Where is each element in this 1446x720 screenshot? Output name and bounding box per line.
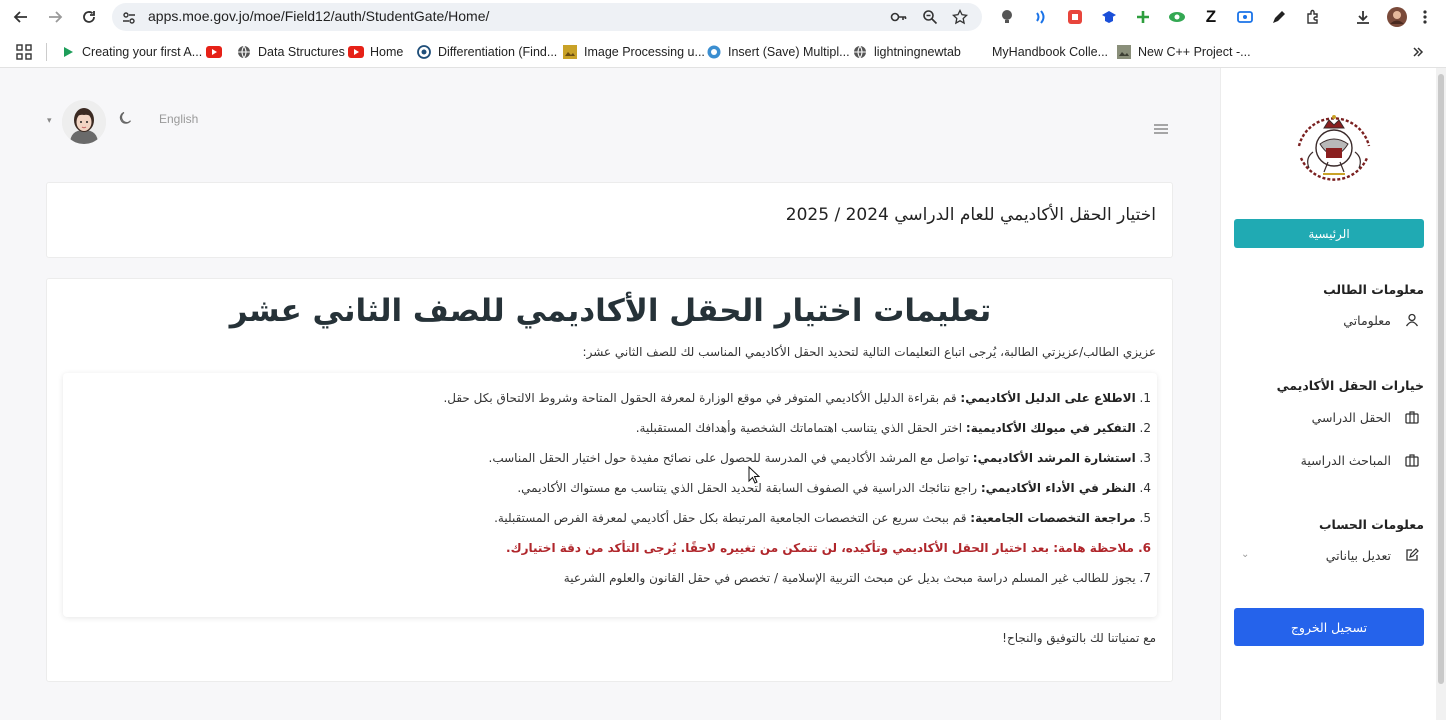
scrollbar-thumb[interactable] (1438, 74, 1444, 684)
bookmark-label: Differentiation (Find... (438, 45, 558, 59)
bookmark-label: Image Processing u... (584, 45, 705, 59)
more-menu-icon[interactable] (1414, 6, 1436, 28)
bookmark-item[interactable]: Data Structures (236, 43, 345, 61)
dark-mode-moon-icon[interactable] (118, 110, 132, 129)
reload-icon[interactable] (78, 6, 100, 28)
sidebar: الرئيسية معلومات الطالب معلوماتي خيارات … (1220, 68, 1446, 720)
extension-plus-icon[interactable] (1132, 6, 1154, 28)
extension-wave-icon[interactable] (1030, 6, 1052, 28)
bookmark-item[interactable]: Differentiation (Find... (416, 43, 557, 61)
bookmark-item[interactable]: lightningnewtab (852, 43, 961, 61)
site-settings-icon[interactable] (122, 10, 136, 29)
bookmark-item[interactable]: Creating your first A... (60, 43, 202, 61)
instructions-list: 1. الاطلاع على الدليل الأكاديمي: قم بقرا… (63, 373, 1157, 617)
mouse-cursor-icon (748, 465, 761, 488)
list-item: 5. مراجعة التخصصات الجامعية: قم ببحث سري… (494, 511, 1151, 525)
bookmark-item[interactable]: Home (348, 43, 403, 61)
youtube-icon (206, 44, 222, 60)
sidebar-item-subjects[interactable]: المباحث الدراسية (1221, 451, 1446, 471)
bookmark-label: lightningnewtab (874, 45, 961, 59)
key-icon[interactable] (890, 9, 908, 29)
bookmark-item[interactable] (206, 43, 222, 61)
chevron-down-icon[interactable]: ▾ (47, 116, 52, 126)
academic-options-heading: خيارات الحقل الأكاديمي (1276, 378, 1424, 393)
sidebar-item-edit-data[interactable]: ⌄ تعديل بياناتي (1221, 546, 1446, 566)
url-text[interactable]: apps.moe.gov.jo/moe/Field12/auth/Student… (148, 8, 489, 24)
sidebar-item-label: معلوماتي (1343, 313, 1391, 328)
star-icon[interactable] (951, 8, 969, 29)
bookmark-label: Creating your first A... (82, 45, 203, 59)
bookmark-label: New C++ Project -... (1138, 45, 1251, 59)
extension-eye-icon[interactable] (1166, 6, 1188, 28)
instructions-card: تعليمات اختيار الحقل الأكاديمي للصف الثا… (46, 278, 1173, 682)
bookmark-item[interactable]: MyHandbook Colle... (992, 43, 1108, 61)
extension-cap-icon[interactable] (1098, 6, 1120, 28)
download-icon[interactable] (1352, 6, 1374, 28)
circle-logo-icon (416, 44, 432, 60)
menu-hamburger-icon[interactable] (1154, 120, 1168, 139)
closing-text: مع تمنياتنا لك بالتوفيق والنجاح! (1002, 631, 1156, 645)
warning-item: 6. ملاحظة هامة: بعد اختيار الحقل الأكادي… (506, 541, 1151, 555)
more-bookmarks-icon[interactable] (1412, 43, 1424, 61)
scrollbar[interactable] (1436, 68, 1446, 720)
sidebar-item-label: المباحث الدراسية (1300, 453, 1391, 468)
instructions-heading: تعليمات اختيار الحقل الأكاديمي للصف الثا… (229, 293, 992, 329)
zoom-icon[interactable] (922, 9, 938, 29)
page-content: ▾ English اختيار الحقل الأكاديمي للعام ا… (0, 68, 1446, 720)
intro-text: عزيزي الطالب/عزيزتي الطالبة، يُرجى اتباع… (582, 345, 1156, 359)
back-arrow-icon[interactable] (10, 6, 32, 28)
avatar[interactable] (62, 100, 106, 144)
address-bar[interactable]: apps.moe.gov.jo/moe/Field12/auth/Student… (112, 3, 982, 31)
sidebar-item-field[interactable]: الحقل الدراسي (1221, 408, 1446, 428)
edit-icon (1405, 548, 1419, 565)
sidebar-item-label: تعديل بياناتي (1325, 548, 1391, 563)
sidebar-item-label: الحقل الدراسي (1311, 410, 1391, 425)
title-card: اختيار الحقل الأكاديمي للعام الدراسي 202… (46, 182, 1173, 258)
list-item: 4. النظر في الأداء الأكاديمي: راجع نتائج… (517, 481, 1151, 495)
user-icon (1405, 313, 1419, 330)
briefcase-icon (1405, 453, 1419, 470)
page-title: اختيار الحقل الأكاديمي للعام الدراسي 202… (785, 205, 1156, 225)
bookmark-item[interactable]: New C++ Project -... (1116, 43, 1251, 61)
list-item: 1. الاطلاع على الدليل الأكاديمي: قم بقرا… (443, 391, 1151, 405)
briefcase-icon (1405, 410, 1419, 427)
chevron-down-icon[interactable]: ⌄ (1241, 549, 1249, 560)
play-arrow-icon (60, 44, 76, 60)
extension-bulb-icon[interactable] (996, 6, 1018, 28)
globe-icon (236, 44, 252, 60)
bookmark-item[interactable]: Image Processing u... (562, 43, 705, 61)
bookmark-label: Data Structures (258, 45, 345, 59)
bookmark-image-icon (562, 44, 578, 60)
list-item: 2. التفكير في ميولك الأكاديمية: اختر الح… (635, 421, 1151, 435)
extension-red-icon[interactable] (1064, 6, 1086, 28)
app-icon (706, 44, 722, 60)
extension-camera-icon[interactable] (1234, 6, 1256, 28)
bookmarks-divider (46, 43, 47, 61)
list-item: 3. استشارة المرشد الأكاديمي: تواصل مع ال… (488, 451, 1151, 465)
browser-toolbar: apps.moe.gov.jo/moe/Field12/auth/Student… (0, 0, 1446, 34)
apps-grid-icon[interactable] (16, 43, 32, 61)
youtube-icon (348, 44, 364, 60)
bookmark-item[interactable]: Insert (Save) Multipl... (706, 43, 850, 61)
ministry-logo (1283, 92, 1385, 192)
student-info-heading: معلومات الطالب (1323, 282, 1424, 297)
bookmark-image-icon (1116, 44, 1132, 60)
extension-z-icon[interactable]: Z (1200, 6, 1222, 28)
logout-button[interactable]: تسجيل الخروج (1234, 608, 1424, 646)
language-toggle[interactable]: English (159, 112, 198, 126)
sidebar-item-my-info[interactable]: معلوماتي (1221, 311, 1446, 331)
bookmark-label: Home (370, 45, 404, 59)
globe-icon (852, 44, 868, 60)
list-item: 7. يجوز للطالب غير المسلم دراسة مبحث بدي… (563, 571, 1151, 585)
bookmark-label: Insert (Save) Multipl... (728, 45, 850, 59)
account-info-heading: معلومات الحساب (1318, 517, 1424, 532)
extension-pen-icon[interactable] (1268, 6, 1290, 28)
bookmark-label: MyHandbook Colle... (992, 45, 1109, 59)
top-header: ▾ English (0, 68, 1200, 158)
profile-avatar-icon[interactable] (1386, 6, 1408, 28)
extensions-puzzle-icon[interactable] (1302, 6, 1324, 28)
bookmarks-bar: Creating your first A... Data Structures… (0, 34, 1446, 68)
forward-arrow-icon[interactable] (44, 6, 66, 28)
home-button[interactable]: الرئيسية (1234, 219, 1424, 248)
